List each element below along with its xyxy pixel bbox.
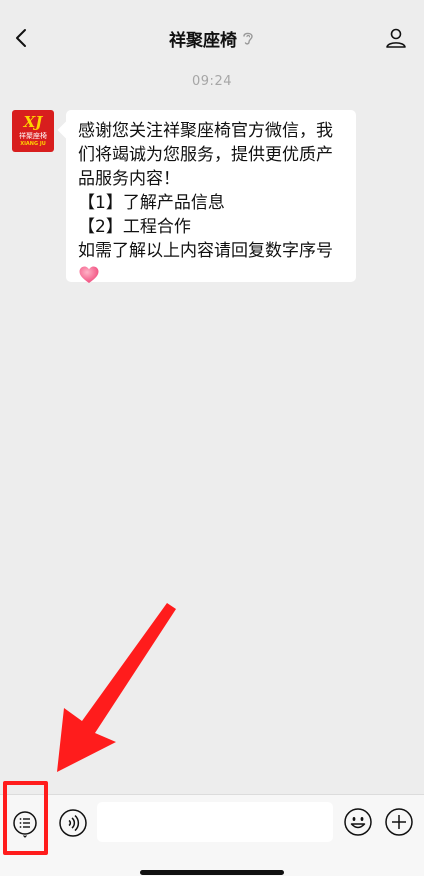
heart-icon — [79, 266, 99, 283]
annotation-highlight-box — [3, 781, 48, 855]
message-line: 品服务内容！ — [78, 169, 180, 189]
message-line: 【1】了解产品信息 — [78, 193, 225, 213]
avatar[interactable]: XJ 祥聚座椅 XIANG JU — [12, 110, 54, 152]
message-line: 感谢您关注祥聚座椅官方微信，我 — [78, 121, 333, 141]
message-input[interactable] — [97, 802, 333, 842]
title-group: 祥聚座椅 — [0, 26, 424, 51]
logo-brand-cn: 祥聚座椅 — [19, 132, 47, 140]
message-line: 们将竭诚为您服务，提供更优质产 — [78, 145, 333, 165]
chat-header: 祥聚座椅 — [0, 0, 424, 76]
smile-icon[interactable] — [343, 807, 373, 837]
message-line: 如需了解以上内容请回复数字序号 — [78, 241, 333, 261]
ear-icon — [243, 32, 253, 45]
message-timestamp: 09:24 — [192, 74, 232, 89]
home-indicator — [140, 870, 284, 875]
page-title: 祥聚座椅 — [169, 30, 237, 51]
input-bar — [0, 794, 424, 876]
message-bubble[interactable]: 感谢您关注祥聚座椅官方微信，我 们将竭诚为您服务，提供更优质产 品服务内容！ 【… — [66, 110, 356, 283]
message-line: 【2】工程合作 — [78, 217, 191, 237]
plus-icon[interactable] — [384, 807, 414, 837]
logo-mark: XJ — [23, 113, 43, 131]
logo-brand-en: XIANG JU — [20, 141, 46, 147]
person-icon[interactable] — [384, 26, 408, 50]
voice-icon[interactable] — [58, 808, 88, 838]
